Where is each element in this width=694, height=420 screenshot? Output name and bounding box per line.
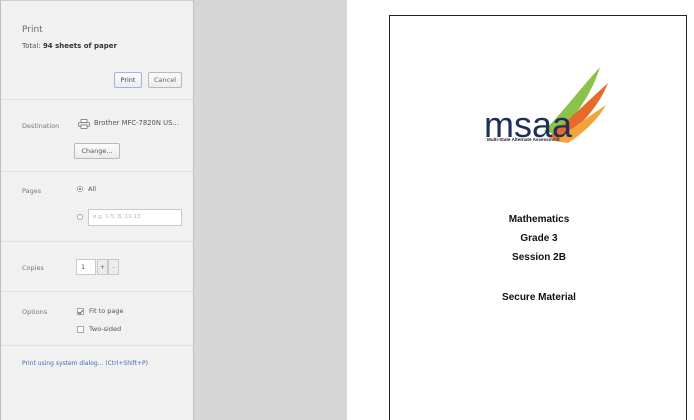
two-sided-checkbox[interactable] xyxy=(77,326,84,333)
print-settings-panel: Print Total: 94 sheets of paper Print Ca… xyxy=(0,0,194,420)
copies-input[interactable]: 1 xyxy=(76,259,96,275)
doc-session: Session 2B xyxy=(512,252,566,263)
system-dialog-link[interactable]: Print using system dialog... (Ctrl+Shift… xyxy=(22,360,148,367)
change-destination-button[interactable]: Change... xyxy=(74,143,120,159)
pages-all-radio[interactable] xyxy=(77,186,83,192)
fit-to-page-label: Fit to page xyxy=(89,307,124,315)
total-count: 94 sheets of paper xyxy=(42,42,117,50)
doc-subject: Mathematics xyxy=(508,214,570,225)
pages-label: Pages xyxy=(22,187,42,195)
destination-label: Destination xyxy=(22,122,60,130)
print-title: Print xyxy=(22,25,43,35)
printer-icon xyxy=(78,119,90,129)
cancel-button[interactable]: Cancel xyxy=(148,72,182,88)
msaa-logo: msaa xyxy=(484,67,608,145)
printer-name: Brother MFC-7820N US... xyxy=(94,119,179,127)
copies-increment-button[interactable]: + xyxy=(97,259,108,275)
print-button[interactable]: Print xyxy=(114,72,142,88)
pages-range-input[interactable]: e.g. 1-5, 8, 11-13 xyxy=(88,209,182,226)
two-sided-label: Two-sided xyxy=(89,325,122,333)
pages-all-label: All xyxy=(88,185,97,193)
divider xyxy=(1,99,194,100)
document-preview-page: msaa Multi-State Alternate Assessment Ma… xyxy=(389,15,687,420)
divider xyxy=(1,241,194,242)
doc-grade: Grade 3 xyxy=(520,233,558,244)
options-label: Options xyxy=(22,308,48,316)
divider xyxy=(1,345,194,346)
copies-decrement-button[interactable]: – xyxy=(108,259,119,275)
fit-to-page-checkbox[interactable] xyxy=(77,308,84,315)
divider xyxy=(1,171,194,172)
pages-range-radio[interactable] xyxy=(77,214,83,220)
logo-subtitle: Multi-State Alternate Assessment xyxy=(487,137,560,142)
preview-backdrop xyxy=(193,0,347,420)
copies-label: Copies xyxy=(22,264,44,272)
total-prefix: Total: xyxy=(22,42,43,50)
doc-secure-material: Secure Material xyxy=(502,292,576,303)
total-sheets: Total: 94 sheets of paper xyxy=(22,42,117,50)
divider xyxy=(1,291,194,292)
